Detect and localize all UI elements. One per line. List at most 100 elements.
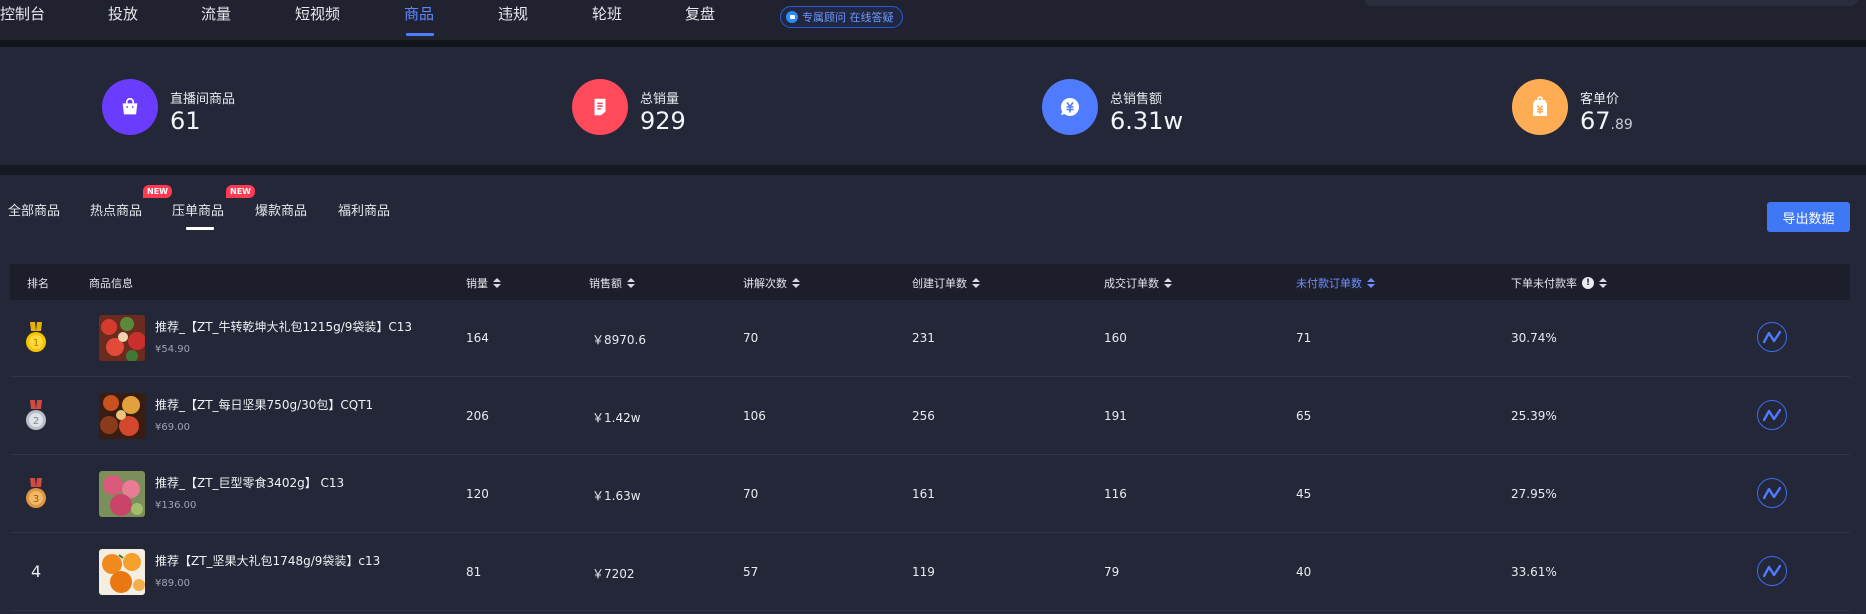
- stats-bar: 直播间商品 61 总销量 929 总销售额 6.31w 客单价 67.89: [0, 47, 1866, 165]
- table-row[interactable]: 3 推荐_【ZT_巨型零食3402g】 C13 ¥136.00 120 ￥1.6…: [10, 456, 1850, 533]
- stat-value: 67.89: [1580, 107, 1633, 135]
- nav-item-products[interactable]: 商品: [404, 3, 434, 24]
- top-right-search-box[interactable]: [1364, 0, 1858, 6]
- cell-unpaid-rate: 27.95%: [1511, 487, 1557, 501]
- trend-chart-button[interactable]: [1757, 400, 1787, 430]
- nav-item-console[interactable]: 控制台: [0, 3, 45, 24]
- stat-value: 61: [170, 107, 201, 135]
- product-thumbnail[interactable]: [99, 549, 145, 595]
- col-explain-count[interactable]: 讲解次数: [743, 275, 800, 291]
- trend-chart-button[interactable]: [1757, 478, 1787, 508]
- cell-completed-orders: 160: [1104, 331, 1127, 345]
- product-price: ¥136.00: [155, 500, 197, 511]
- cell-unpaid-orders: 40: [1296, 565, 1312, 579]
- product-thumbnail[interactable]: [99, 315, 145, 361]
- cell-sales: 120: [466, 487, 489, 501]
- product-price: ¥69.00: [155, 422, 190, 433]
- sort-icon[interactable]: [1367, 278, 1375, 288]
- sort-icon[interactable]: [792, 278, 800, 288]
- nav-item-short-video[interactable]: 短视频: [295, 3, 340, 24]
- cell-revenue: ￥8970.6: [592, 333, 646, 347]
- tab-all-products[interactable]: 全部商品: [8, 200, 60, 219]
- table-row[interactable]: 4 推荐【ZT_坚果大礼包1748g/9袋装】c13 ¥89.00 81 ￥72…: [10, 534, 1850, 611]
- stat-value: 6.31w: [1110, 107, 1184, 135]
- cell-unpaid-orders: 65: [1296, 409, 1312, 423]
- tab-backlog-products[interactable]: 压单商品: [172, 200, 224, 219]
- nav-item-ads[interactable]: 投放: [108, 3, 138, 24]
- cell-created-orders: 161: [912, 487, 935, 501]
- tab-welfare-products[interactable]: 福利商品: [338, 200, 390, 219]
- product-thumbnail[interactable]: [99, 393, 145, 439]
- sort-icon[interactable]: [627, 278, 635, 288]
- cell-unpaid-orders: 45: [1296, 487, 1312, 501]
- cell-unpaid-orders: 71: [1296, 331, 1312, 345]
- stat-label: 客单价: [1580, 92, 1620, 107]
- tab-active-underline: [186, 227, 214, 230]
- cell-created-orders: 231: [912, 331, 935, 345]
- col-unpaid-orders[interactable]: 未付款订单数: [1296, 275, 1375, 291]
- trend-line-icon: [1763, 408, 1781, 422]
- product-name[interactable]: 推荐【ZT_坚果大礼包1748g/9袋装】c13: [155, 552, 380, 569]
- tab-bestseller-products[interactable]: 爆款商品: [255, 200, 307, 219]
- col-sales[interactable]: 销量: [466, 275, 501, 291]
- cell-unpaid-rate: 30.74%: [1511, 331, 1557, 345]
- col-unpaid-rate[interactable]: 下单未付款率!: [1511, 275, 1607, 291]
- cell-unpaid-rate: 33.61%: [1511, 565, 1557, 579]
- product-name[interactable]: 推荐_【ZT_牛转乾坤大礼包1215g/9袋装】C13: [155, 318, 412, 335]
- cell-sales: 81: [466, 565, 482, 579]
- table-row[interactable]: 1 推荐_【ZT_牛转乾坤大礼包1215g/9袋装】C13 ¥54.90 164…: [10, 300, 1850, 377]
- trend-chart-button[interactable]: [1757, 556, 1787, 586]
- product-price: ¥89.00: [155, 578, 190, 589]
- cell-revenue: ￥1.63w: [592, 489, 641, 503]
- consultant-button[interactable]: 专属顾问 在线答疑: [780, 6, 903, 28]
- trend-line-icon: [1763, 330, 1781, 344]
- product-name[interactable]: 推荐_【ZT_巨型零食3402g】 C13: [155, 474, 344, 491]
- cell-explain-count: 70: [743, 487, 759, 501]
- consultant-label: 专属顾问 在线答疑: [802, 11, 894, 24]
- col-revenue[interactable]: 销售额: [589, 275, 635, 291]
- shopping-bag-icon: [102, 79, 158, 135]
- info-icon[interactable]: !: [1582, 277, 1594, 289]
- sort-icon[interactable]: [1599, 278, 1607, 288]
- product-price: ¥54.90: [155, 344, 190, 355]
- stat-label: 直播间商品: [170, 92, 236, 107]
- trend-chart-button[interactable]: [1757, 322, 1787, 352]
- cell-explain-count: 70: [743, 331, 759, 345]
- table-row[interactable]: 2 推荐_【ZT_每日坚果750g/30包】CQT1 ¥69.00 206 ￥1…: [10, 378, 1850, 455]
- nav-item-shifts[interactable]: 轮班: [592, 3, 622, 24]
- gold-medal-icon: 1: [26, 322, 46, 352]
- bronze-medal-icon: 3: [26, 478, 46, 508]
- section-divider: [0, 165, 1866, 175]
- sort-icon[interactable]: [1164, 278, 1172, 288]
- silver-medal-icon: 2: [26, 400, 46, 430]
- rank-number: 4: [31, 562, 42, 581]
- top-nav: 控制台 投放 流量 短视频 商品 违规 轮班 复盘 专属顾问 在线答疑: [0, 0, 1866, 40]
- price-tag-icon: [1512, 79, 1568, 135]
- cell-sales: 206: [466, 409, 489, 423]
- nav-item-review[interactable]: 复盘: [685, 3, 715, 24]
- document-icon: [572, 79, 628, 135]
- nav-item-violations[interactable]: 违规: [498, 3, 528, 24]
- cell-explain-count: 57: [743, 565, 759, 579]
- chat-bubble-icon: [786, 11, 798, 23]
- cell-explain-count: 106: [743, 409, 766, 423]
- sort-icon[interactable]: [972, 278, 980, 288]
- product-name[interactable]: 推荐_【ZT_每日坚果750g/30包】CQT1: [155, 396, 373, 413]
- col-rank: 排名: [27, 277, 49, 290]
- col-created-orders[interactable]: 创建订单数: [912, 275, 980, 291]
- cell-completed-orders: 79: [1104, 565, 1120, 579]
- col-product-info: 商品信息: [89, 277, 133, 290]
- sort-icon[interactable]: [493, 278, 501, 288]
- col-completed-orders[interactable]: 成交订单数: [1104, 275, 1172, 291]
- svg-text:1: 1: [33, 338, 39, 349]
- tab-hot-products[interactable]: 热点商品: [90, 200, 142, 219]
- cell-unpaid-rate: 25.39%: [1511, 409, 1557, 423]
- cell-revenue: ￥1.42w: [592, 411, 641, 425]
- nav-divider: [0, 40, 1866, 47]
- nav-item-traffic[interactable]: 流量: [201, 3, 231, 24]
- product-thumbnail[interactable]: [99, 471, 145, 517]
- product-panel: 全部商品 热点商品 NEW 压单商品 NEW 爆款商品 福利商品 导出数据 排名…: [0, 175, 1866, 614]
- cell-sales: 164: [466, 331, 489, 345]
- export-data-button[interactable]: 导出数据: [1767, 202, 1850, 232]
- new-badge: NEW: [226, 185, 255, 198]
